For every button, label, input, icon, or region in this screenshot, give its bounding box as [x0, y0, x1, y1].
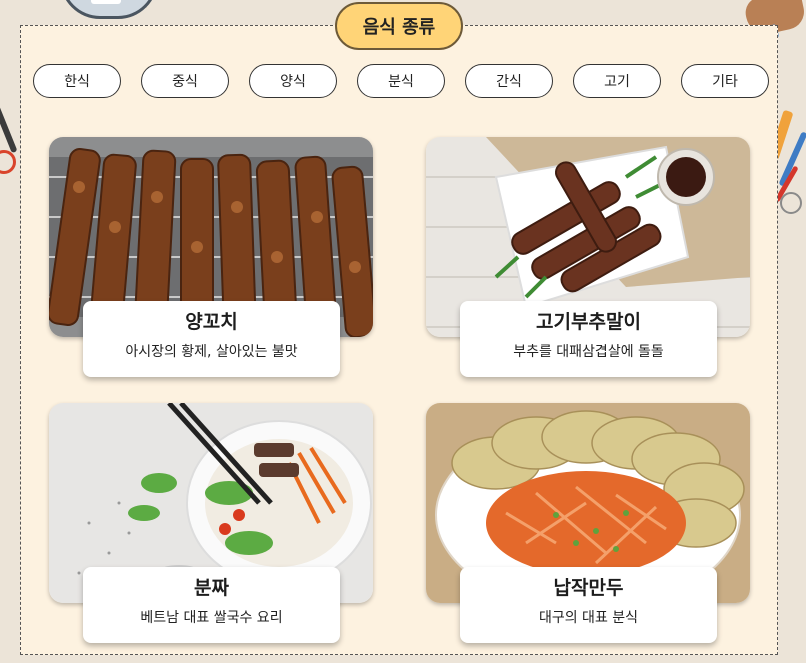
food-name: 분짜 [194, 577, 229, 599]
category-western[interactable]: 양식 [249, 64, 337, 98]
food-card[interactable]: 고기부추말이 부추를 대패삼겹살에 돌돌 [426, 137, 750, 377]
food-name: 고기부추말이 [536, 311, 641, 333]
food-caption: 고기부추말이 부추를 대패삼겹살에 돌돌 [460, 301, 717, 377]
food-caption: 분짜 베트남 대표 쌀국수 요리 [83, 567, 340, 643]
food-description: 아시장의 황제, 살아있는 불맛 [125, 344, 298, 360]
category-snack-food[interactable]: 분식 [357, 64, 445, 98]
food-name: 양꼬치 [185, 311, 238, 333]
food-name: 납작만두 [553, 577, 624, 599]
utensils-illustration [768, 109, 806, 220]
food-description: 부추를 대패삼겹살에 돌돌 [513, 344, 664, 360]
food-card[interactable]: 납작만두 대구의 대표 분식 [426, 403, 750, 643]
food-caption: 납작만두 대구의 대표 분식 [460, 567, 717, 643]
category-other[interactable]: 기타 [681, 64, 769, 98]
food-description: 대구의 대표 분식 [538, 610, 639, 626]
category-meat[interactable]: 고기 [573, 64, 661, 98]
food-card[interactable]: 분짜 베트남 대표 쌀국수 요리 [49, 403, 373, 643]
category-chinese[interactable]: 중식 [141, 64, 229, 98]
category-korean[interactable]: 한식 [33, 64, 121, 98]
section-title: 음식 종류 [335, 2, 463, 50]
ladle-illustration [0, 102, 18, 192]
food-caption: 양꼬치 아시장의 황제, 살아있는 불맛 [83, 301, 340, 377]
food-description: 베트남 대표 쌀국수 요리 [140, 610, 283, 626]
food-card[interactable]: 양꼬치 아시장의 황제, 살아있는 불맛 [49, 137, 373, 377]
category-tabs: 한식 중식 양식 분식 간식 고기 기타 [33, 64, 769, 100]
pot-illustration [60, 0, 158, 19]
category-dessert[interactable]: 간식 [465, 64, 553, 98]
